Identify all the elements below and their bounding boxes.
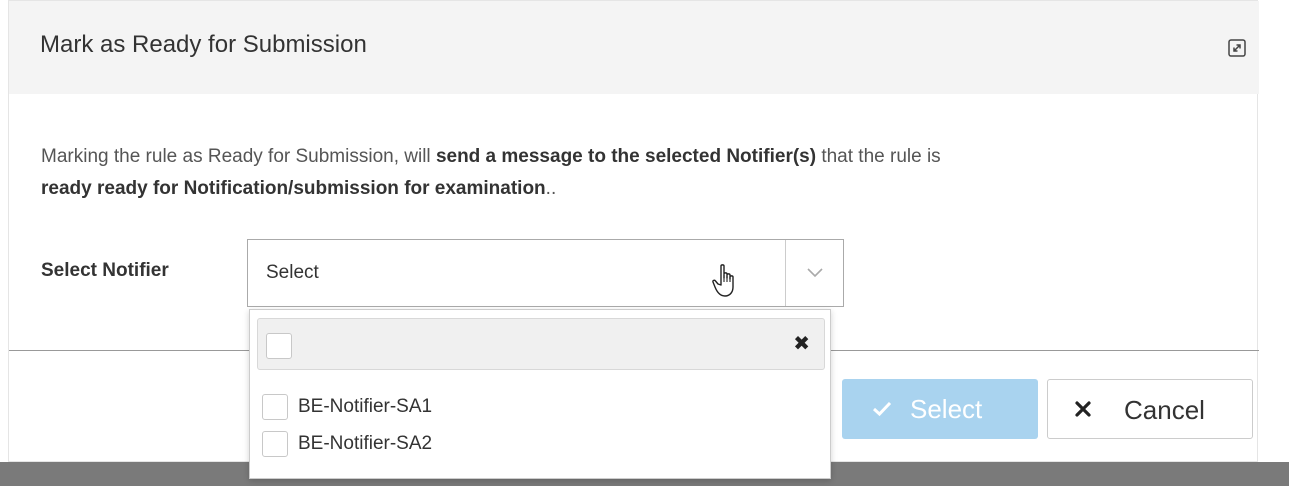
message-text-2: that the rule is [816, 146, 941, 167]
modal-title: Mark as Ready for Submission [40, 31, 367, 58]
select-all-checkbox[interactable] [266, 333, 292, 359]
message-bold-2: ready ready for Notification/submission … [41, 178, 546, 199]
option-checkbox[interactable] [262, 431, 288, 457]
check-icon [872, 401, 892, 417]
select-notifier-label: Select Notifier [41, 260, 169, 281]
select-placeholder: Select [266, 262, 319, 283]
hand-pointer-icon [712, 264, 734, 297]
chevron-down-icon [807, 268, 823, 278]
message-text-3: .. [545, 178, 557, 199]
option-label: BE-Notifier-SA1 [298, 396, 433, 417]
message-bold-1: send a message to the selected Notifier(… [435, 146, 817, 167]
select-button[interactable]: Select [842, 379, 1038, 439]
select-button-label: Select [910, 394, 983, 424]
notifier-select[interactable]: Select [247, 239, 844, 307]
dropdown-option[interactable]: BE-Notifier-SA1 [262, 390, 822, 424]
dropdown-option[interactable]: BE-Notifier-SA2 [262, 427, 822, 461]
close-icon [1075, 401, 1091, 417]
dropdown-search-bar[interactable]: ✖ [257, 318, 825, 370]
notifier-dropdown: ✖ BE-Notifier-SA1 BE-Notifier-SA2 [249, 309, 831, 479]
message-text-1: Marking the rule as Ready for Submission… [41, 146, 436, 167]
clear-selection-icon[interactable]: ✖ [793, 333, 810, 355]
cancel-button-label: Cancel [1124, 395, 1205, 425]
modal-header: Mark as Ready for Submission [9, 1, 1259, 94]
option-checkbox[interactable] [262, 394, 288, 420]
select-toggle[interactable] [785, 240, 843, 306]
expand-icon[interactable] [1228, 39, 1246, 57]
cancel-button[interactable]: Cancel [1047, 379, 1253, 439]
option-label: BE-Notifier-SA2 [298, 433, 433, 454]
dialog-message: Marking the rule as Ready for Submission… [41, 141, 1251, 205]
